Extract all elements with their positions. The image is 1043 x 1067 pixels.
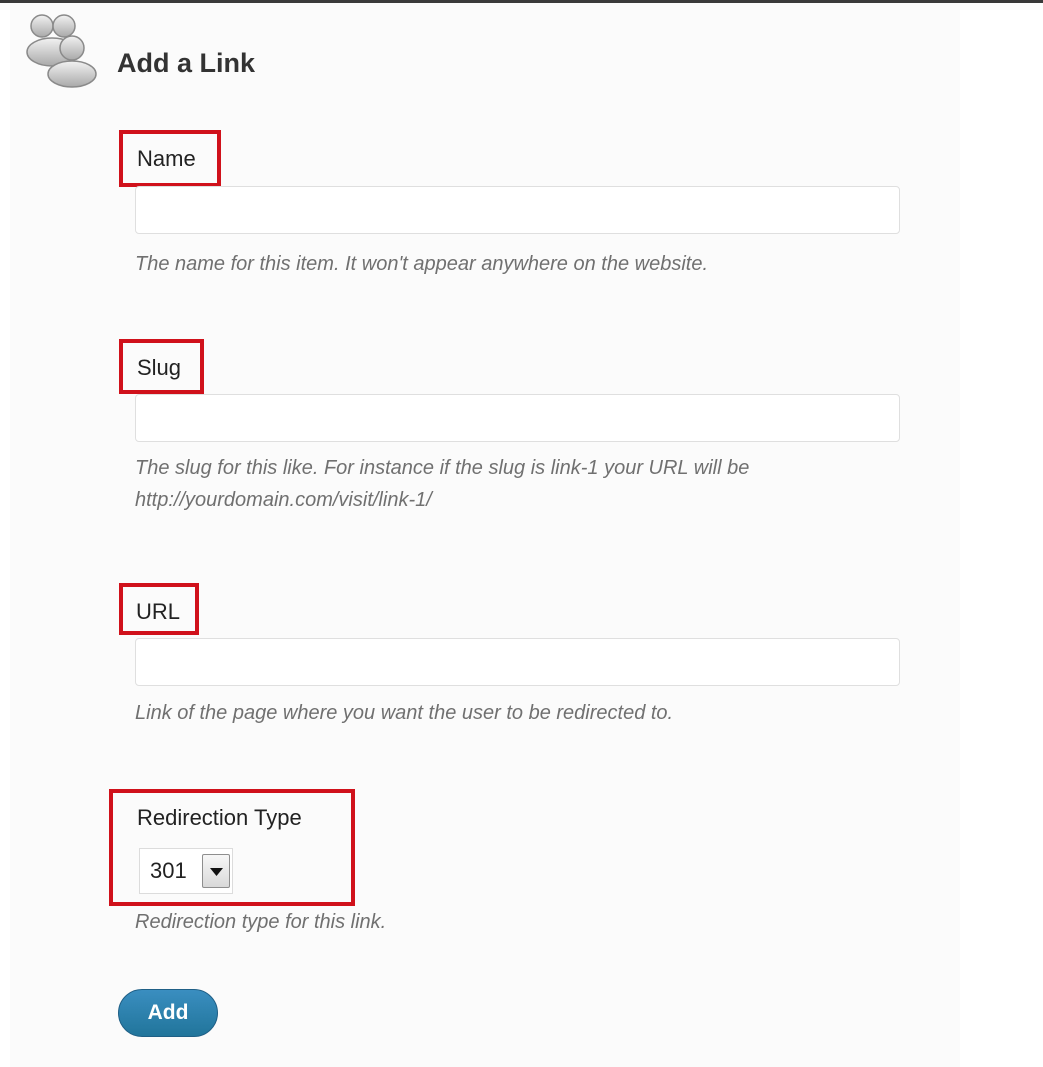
name-description: The name for this item. It won't appear … [135,253,709,275]
chevron-down-icon [210,868,223,876]
redirection-type-select[interactable]: 301 [139,848,233,894]
page-title: Add a Link [117,48,256,78]
name-label: Name [137,146,196,171]
add-button[interactable]: Add [118,989,218,1037]
redirection-type-label: Redirection Type [137,805,302,830]
select-dropdown-button[interactable] [202,854,230,888]
users-icon [26,14,97,88]
url-description: Link of the page where you want the user… [135,702,674,724]
redirection-type-value: 301 [150,858,187,883]
slug-description: The slug for this like. For instance if … [135,457,750,511]
name-input[interactable] [135,186,900,234]
slug-input[interactable] [135,394,900,442]
url-label: URL [136,599,181,624]
url-input[interactable] [135,638,900,686]
redirection-type-description: Redirection type for this link. [135,911,387,933]
slug-label: Slug [137,355,182,380]
